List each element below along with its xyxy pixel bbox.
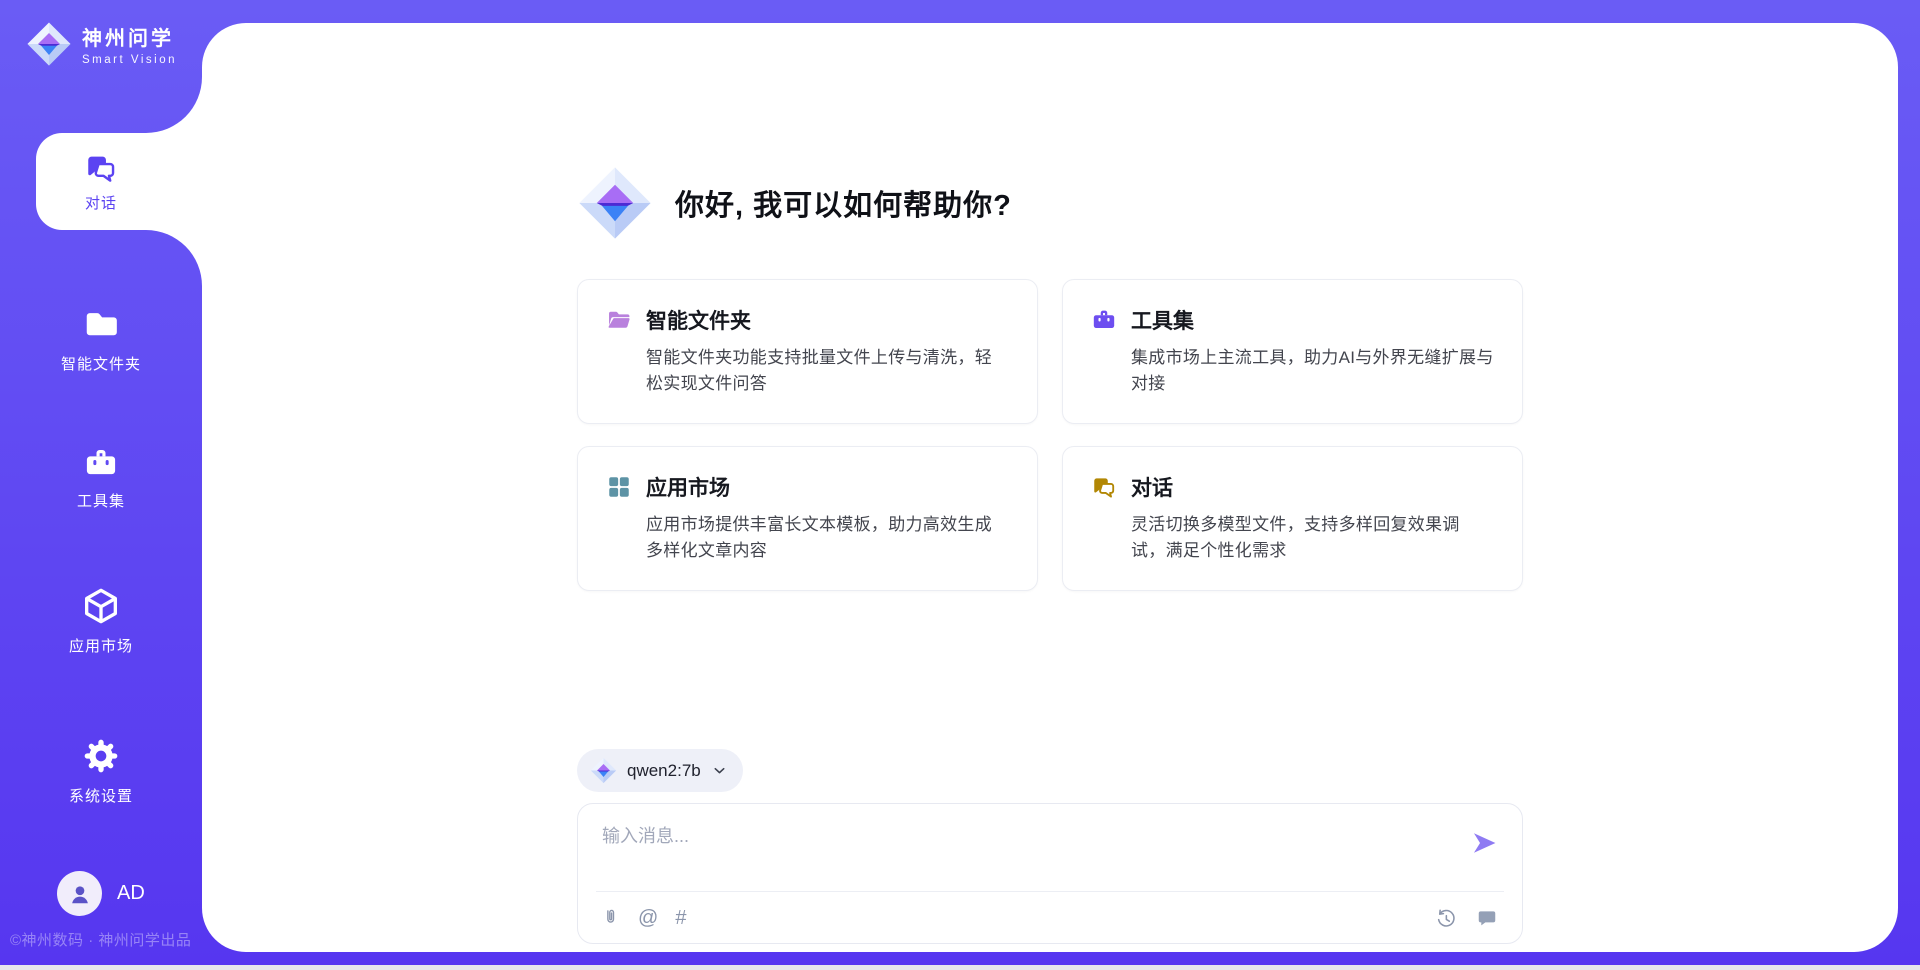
feature-cards: 智能文件夹 智能文件夹功能支持批量文件上传与清洗，轻松实现文件问答 [577,279,1523,591]
brand-name-en: Smart Vision [82,54,177,66]
feature-card-chat[interactable]: 对话 灵活切换多模型文件，支持多样回复效果调试，满足个性化需求 [1062,446,1523,591]
chevron-down-icon [711,762,728,779]
brand-gem-icon [590,757,617,784]
sidebar-item-label: 工具集 [77,490,125,511]
brand-gem-icon [26,21,72,67]
sidebar-item-app-market[interactable]: 应用市场 [0,586,202,656]
brand-name-cn: 神州问学 [82,22,177,51]
copyright-text: ©神州数码 · 神州问学出品 [10,929,191,950]
send-button[interactable] [1470,829,1498,857]
chat-bubbles-icon [84,151,118,185]
folder-open-icon [606,307,632,333]
sidebar-item-settings[interactable]: 系统设置 [0,736,202,806]
greeting-title: 你好, 我可以如何帮助你? [675,182,1012,224]
brand: 神州问学 Smart Vision [26,21,177,67]
tab-corner-fillet-top [146,77,202,133]
greeting-block: 你好, 我可以如何帮助你? [577,165,1523,241]
card-description: 应用市场提供丰富长文本模板，助力高效生成多样化文章内容 [646,512,1009,563]
toolbox-icon [83,445,119,481]
main-panel: 你好, 我可以如何帮助你? 智能文件夹 智能文件夹功能支持批量文件上传与清洗，轻… [202,23,1898,952]
sidebar-item-toolset[interactable]: 工具集 [0,445,202,511]
feature-card-app-market[interactable]: 应用市场 应用市场提供丰富长文本模板，助力高效生成多样化文章内容 [577,446,1038,591]
card-title: 智能文件夹 [646,305,751,335]
app-window: 神州问学 Smart Vision 对话 智能文件夹 [0,0,1920,970]
sidebar-item-chat[interactable]: 对话 [36,133,202,230]
person-avatar-icon [67,881,93,907]
user-name: AD [117,882,145,905]
avatar [57,871,102,916]
feature-card-toolset[interactable]: 工具集 集成市场上主流工具，助力AI与外界无缝扩展与对接 [1062,279,1523,424]
brand-gem-icon [577,165,653,241]
window-bottom-strip [0,965,1920,970]
sidebar-item-label: 系统设置 [69,785,133,806]
model-selector[interactable]: qwen2:7b [577,749,743,792]
card-title: 工具集 [1131,305,1194,335]
sidebar-item-label: 智能文件夹 [61,353,141,374]
cube-icon [81,586,121,626]
chat-bubbles-icon [1091,474,1117,500]
message-composer: @ # [577,803,1523,944]
card-title: 应用市场 [646,472,730,502]
sidebar: 神州问学 Smart Vision 对话 智能文件夹 [0,0,202,970]
send-icon [1470,829,1498,857]
card-description: 灵活切换多模型文件，支持多样回复效果调试，满足个性化需求 [1131,512,1494,563]
toolbox-icon [1091,307,1117,333]
card-description: 智能文件夹功能支持批量文件上传与清洗，轻松实现文件问答 [646,345,1009,396]
attach-file-button[interactable] [600,907,621,928]
card-description: 集成市场上主流工具，助力AI与外界无缝扩展与对接 [1131,345,1494,396]
message-input[interactable] [600,820,1442,882]
tab-corner-fillet-bottom [146,230,202,286]
chat-bubble-icon [1476,907,1498,929]
grid-icon [606,474,632,500]
gear-icon [81,736,121,776]
sidebar-item-label: 应用市场 [69,635,133,656]
new-chat-button[interactable] [1476,907,1498,929]
history-icon [1435,907,1457,929]
folder-icon [82,306,120,344]
paperclip-icon [600,907,621,928]
feature-card-smart-folder[interactable]: 智能文件夹 智能文件夹功能支持批量文件上传与清洗，轻松实现文件问答 [577,279,1038,424]
card-title: 对话 [1131,472,1173,502]
history-button[interactable] [1435,907,1457,929]
sidebar-item-smart-folder[interactable]: 智能文件夹 [0,306,202,374]
hash-topic-button[interactable]: # [675,908,686,928]
at-mention-button[interactable]: @ [638,908,658,928]
user-profile[interactable]: AD [57,871,145,916]
sidebar-item-label: 对话 [85,192,117,213]
model-name: qwen2:7b [627,761,701,781]
